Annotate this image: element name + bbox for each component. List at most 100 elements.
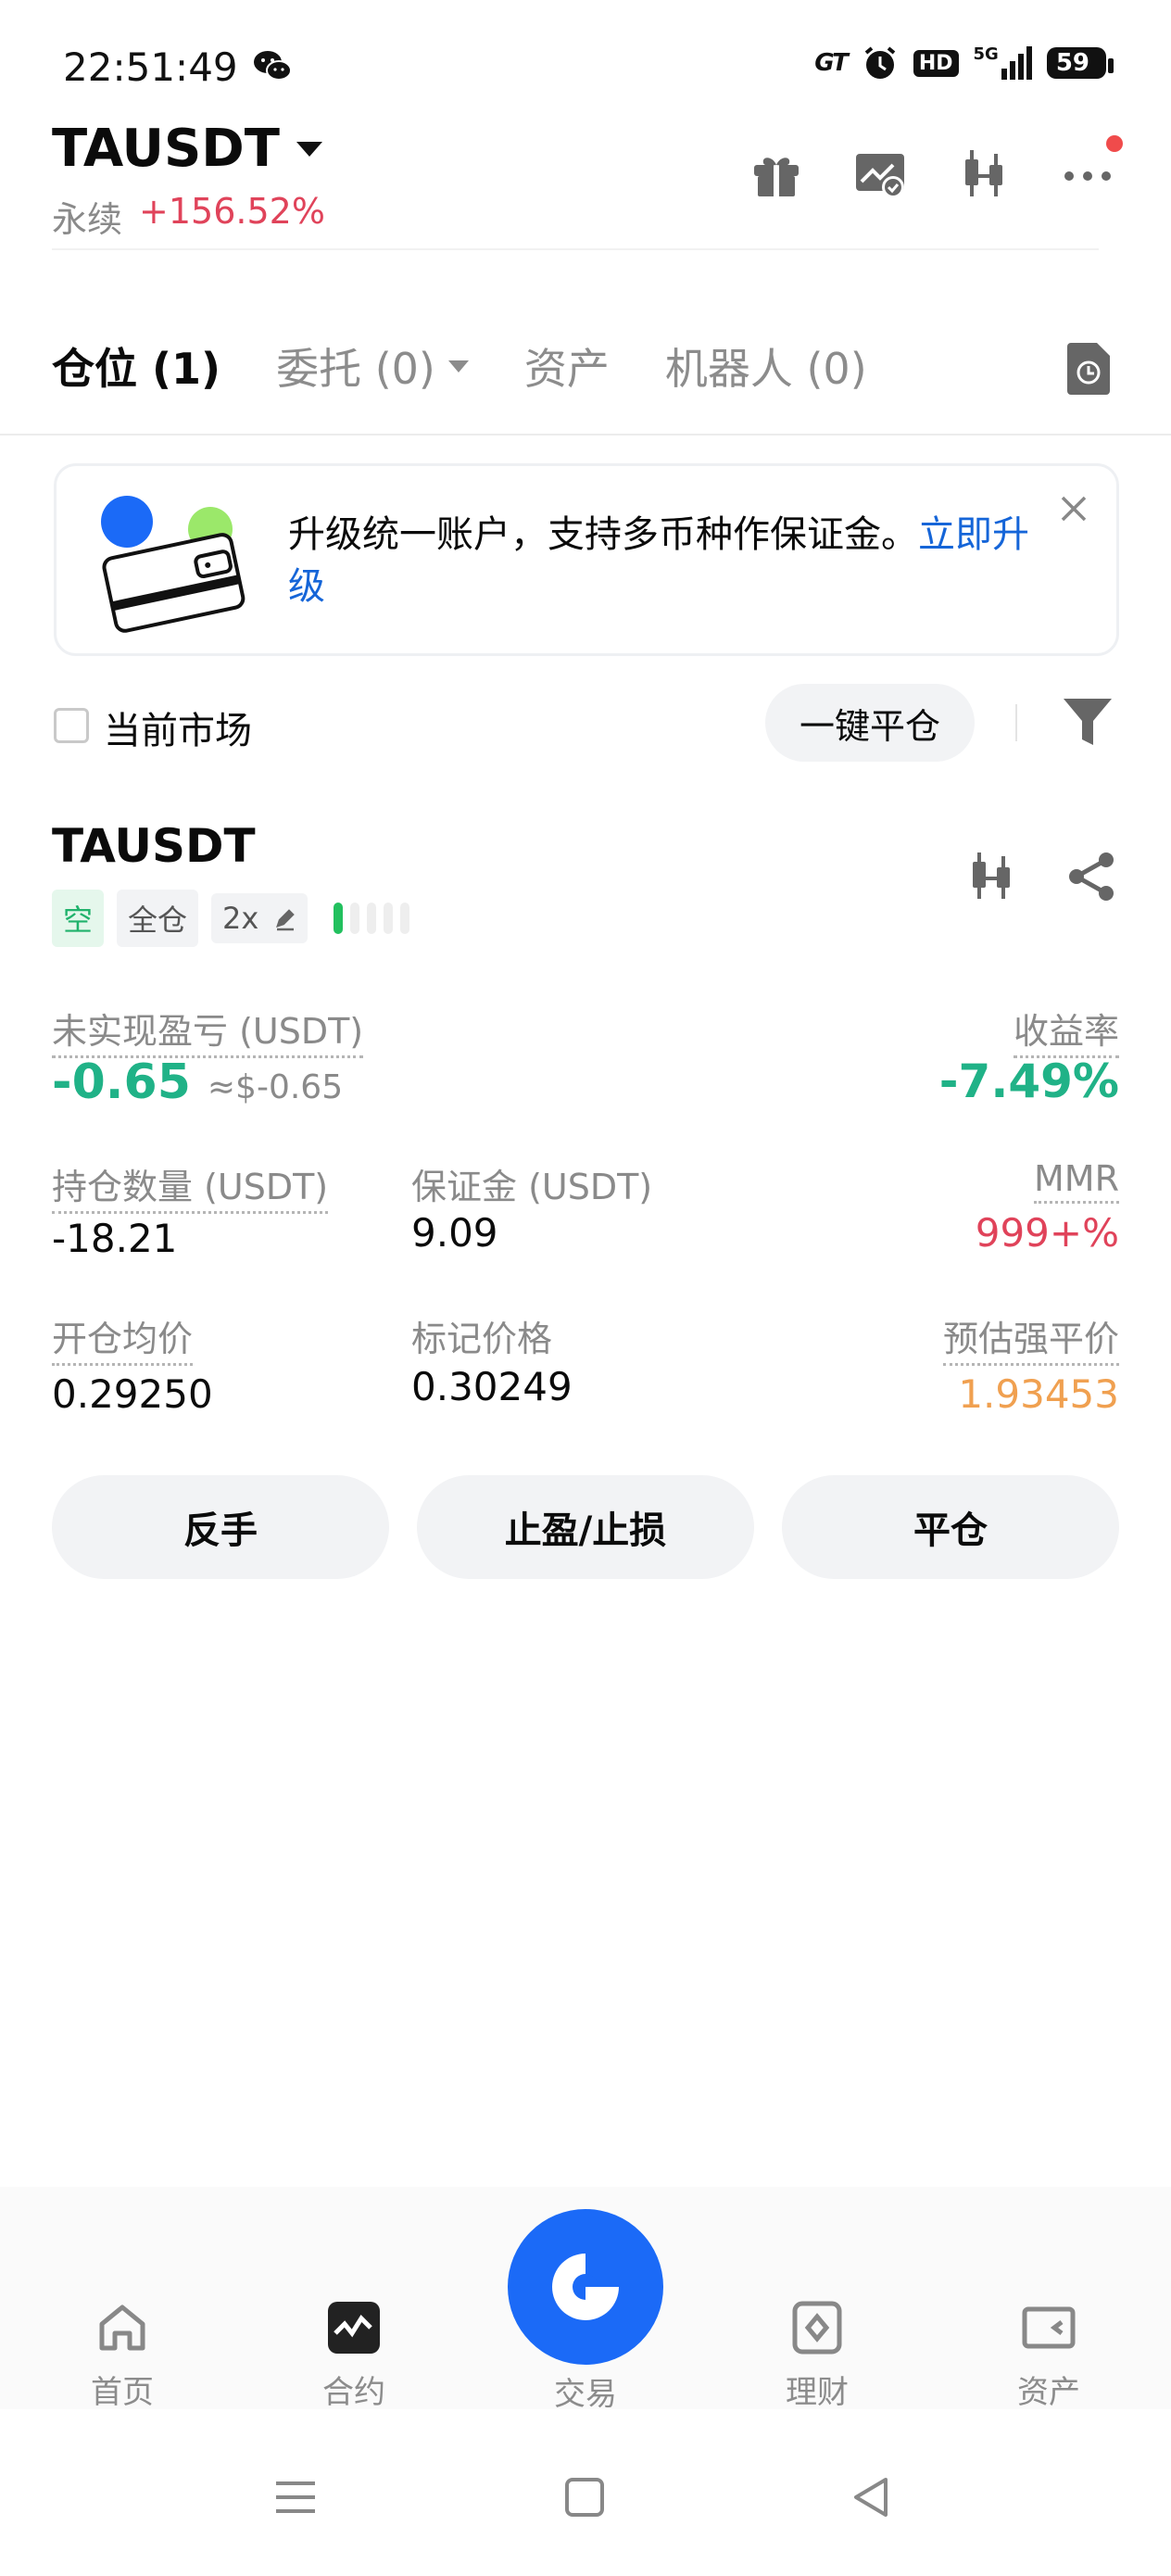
candlestick-icon[interactable] (956, 146, 1012, 202)
unrealized-pnl-value: -0.65 (52, 1054, 191, 1110)
status-time: 22:51:49 (63, 44, 238, 90)
bottom-nav: 首页 合约 交易 理财 资产 (0, 2187, 1171, 2413)
nav-trade-label: 交易 (554, 2376, 617, 2413)
reverse-button[interactable]: 反手 (52, 1475, 389, 1579)
leverage-value: 2x (222, 901, 259, 936)
qty-label-wrap: 持仓数量 (USDT) (52, 1158, 329, 1214)
tab-bots[interactable]: 机器人 (0) (665, 335, 867, 397)
tabs-divider (0, 434, 1171, 436)
home-square-icon[interactable] (561, 2474, 608, 2520)
pnl-label-wrap: 未实现盈亏 (USDT) (52, 1003, 364, 1058)
tab-assets[interactable]: 资产 (524, 335, 610, 397)
mmr-label[interactable]: MMR (1034, 1158, 1119, 1204)
notification-dot (1106, 135, 1123, 152)
close-icon[interactable] (1057, 492, 1090, 525)
nav-trade[interactable] (508, 2209, 663, 2365)
position-actions (963, 849, 1119, 904)
tab-orders[interactable]: 委托 (0) (276, 335, 469, 397)
nav-earn-label: 理财 (786, 2374, 849, 2411)
nav-home-label: 首页 (91, 2374, 154, 2411)
nav-home[interactable]: 首页 (48, 2298, 196, 2412)
status-icons: GT HD 5G 59 (814, 44, 1114, 82)
nav-assets-label: 资产 (1017, 2374, 1080, 2411)
tp-sl-button[interactable]: 止盈/止损 (417, 1475, 754, 1579)
leverage-badge[interactable]: 2x (211, 893, 308, 943)
unrealized-pnl-usd: ≈$-0.65 (207, 1068, 344, 1106)
contract-type: 永续 (52, 199, 123, 240)
nav-futures-label: 合约 (322, 2374, 385, 2411)
liq-price-label[interactable]: 预估强平价 (942, 1310, 1119, 1366)
tab-positions[interactable]: 仓位 (1) (52, 335, 220, 397)
position-symbol[interactable]: TAUSDT (52, 819, 256, 873)
header-divider (52, 248, 1099, 250)
more-button[interactable] (1060, 135, 1123, 204)
futures-icon (328, 2302, 380, 2354)
edit-icon (275, 909, 295, 931)
mmr-value: 999+% (975, 1210, 1119, 1256)
close-position-button[interactable]: 平仓 (782, 1475, 1119, 1579)
unrealized-pnl-label[interactable]: 未实现盈亏 (USDT) (52, 1003, 364, 1058)
entry-price-value: 0.29250 (52, 1371, 213, 1417)
position-qty-label[interactable]: 持仓数量 (USDT) (52, 1158, 329, 1214)
filter-icon[interactable] (1062, 695, 1114, 749)
current-market-label[interactable]: 当前市场 (104, 701, 252, 754)
margin-mode-badge: 全仓 (117, 890, 199, 947)
banner-message: 升级统一账户，支持多币种作保证金。立即升级 (288, 509, 1057, 612)
nav-assets[interactable]: 资产 (975, 2298, 1123, 2412)
side-badge: 空 (52, 890, 105, 947)
banner-text: 升级统一账户，支持多币种作保证金。 (288, 513, 918, 556)
wechat-icon (254, 51, 292, 81)
wallet-illustration-icon (101, 496, 246, 633)
back-icon[interactable] (849, 2474, 895, 2520)
close-all-button[interactable]: 一键平仓 (765, 684, 975, 762)
pair-name: TAUSDT (52, 119, 280, 179)
caret-down-icon (296, 141, 322, 157)
mark-price-label: 标记价格 (411, 1319, 553, 1359)
candlestick-icon[interactable] (963, 849, 1019, 904)
menu-icon[interactable] (272, 2474, 319, 2520)
mmr-label-wrap: MMR (1034, 1158, 1119, 1204)
roe-label-wrap: 收益率 (1013, 1003, 1119, 1058)
roe-label[interactable]: 收益率 (1013, 1003, 1119, 1058)
pair-subtitle: 永续 +156.52% (52, 191, 325, 242)
current-market-checkbox[interactable] (54, 708, 89, 743)
nav-futures[interactable]: 合约 (280, 2298, 428, 2412)
mark-price-value: 0.30249 (411, 1364, 573, 1409)
battery-icon: 59 (1046, 47, 1114, 79)
liq-price-value: 1.93453 (958, 1371, 1119, 1417)
home-icon (99, 2305, 145, 2351)
wallet-icon (1022, 2306, 1076, 2349)
earn-icon (792, 2301, 842, 2355)
signal-icon: 5G (974, 46, 1032, 80)
margin-value: 9.09 (411, 1210, 498, 1256)
margin-label-wrap: 保证金 (USDT) (411, 1158, 652, 1211)
history-icon[interactable] (1064, 341, 1114, 397)
chart-settings-icon[interactable] (852, 146, 908, 202)
gift-icon[interactable] (749, 146, 804, 202)
nav-earn[interactable]: 理财 (743, 2298, 891, 2412)
alarm-icon (864, 46, 896, 79)
position-qty-value: -18.21 (52, 1216, 178, 1261)
header-actions (749, 135, 1123, 204)
hd-indicator: HD (913, 49, 959, 77)
trade-logo-icon (552, 2254, 619, 2320)
liq-label-wrap: 预估强平价 (942, 1310, 1119, 1366)
position-tags: 空 全仓 2x (52, 890, 409, 947)
roe-value: -7.49% (938, 1054, 1119, 1108)
risk-level-indicator (333, 903, 409, 934)
position-tabs: 仓位 (1) 委托 (0) 资产 机器人 (0) (52, 335, 867, 397)
tab-orders-label: 委托 (0) (276, 344, 435, 394)
entry-label-wrap: 开仓均价 (52, 1310, 194, 1366)
filter-divider (1015, 704, 1017, 741)
system-nav-bar (0, 2428, 1171, 2576)
price-change: +156.52% (139, 191, 325, 232)
pair-selector[interactable]: TAUSDT (52, 119, 322, 179)
gt-indicator: GT (814, 49, 849, 77)
mark-label-wrap: 标记价格 (411, 1310, 552, 1363)
entry-price-label[interactable]: 开仓均价 (52, 1310, 194, 1366)
more-icon (1064, 171, 1111, 181)
upgrade-banner[interactable]: 升级统一账户，支持多币种作保证金。立即升级 (54, 463, 1119, 656)
margin-label: 保证金 (USDT) (411, 1167, 653, 1207)
share-icon[interactable] (1064, 849, 1119, 904)
caret-down-icon (447, 360, 469, 373)
